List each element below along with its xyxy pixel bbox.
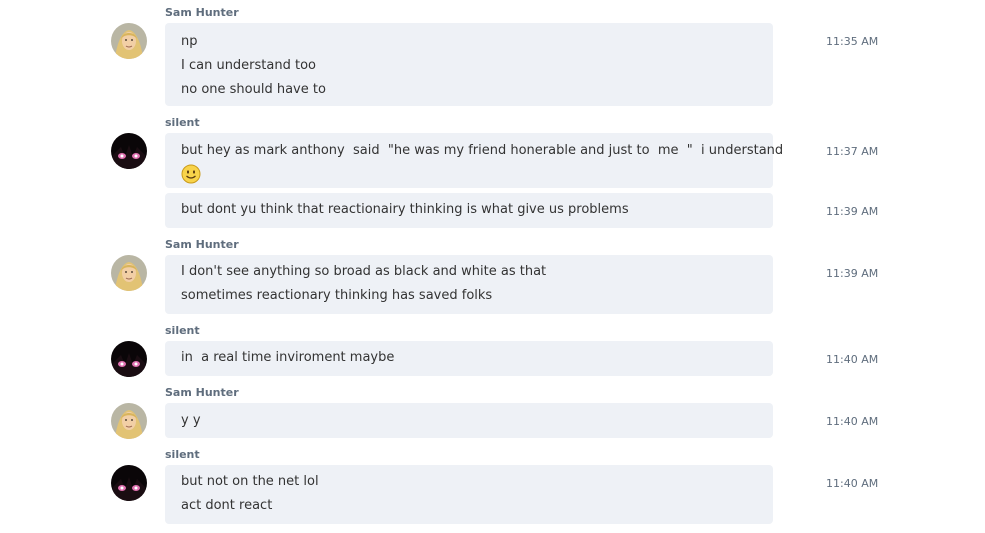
message-bubble[interactable]: np I can understand too no one should ha… [165,23,773,106]
message-timestamp: 11:39 AM [826,267,879,280]
smiley-face-icon [181,164,201,184]
blonde-person-avatar[interactable] [111,255,147,291]
sender-name[interactable]: silent [165,324,200,338]
message-bubble[interactable]: but not on the net lol act dont react [165,465,773,524]
message-text: but dont yu think that reactionairy thin… [181,202,629,217]
sender-name[interactable]: Sam Hunter [165,238,239,252]
dark-anime-eyes-avatar[interactable] [111,341,147,377]
message-timestamp: 11:39 AM [826,205,879,218]
message-bubble[interactable]: but hey as mark anthony said "he was my … [165,133,784,188]
sender-name[interactable]: Sam Hunter [165,6,239,20]
message-text: but hey as mark anthony said "he was my … [181,143,784,158]
message-text: I can understand too [181,58,316,73]
message-timestamp: 11:35 AM [826,35,879,48]
message-text: np [181,34,198,49]
blonde-person-avatar[interactable] [111,403,147,439]
message-timestamp: 11:40 AM [826,353,879,366]
sender-name[interactable]: silent [165,448,200,462]
message-text: I don't see anything so broad as black a… [181,264,547,279]
message-bubble[interactable]: y y [165,403,773,438]
dark-anime-eyes-avatar[interactable] [111,465,147,501]
message-text: sometimes reactionary thinking has saved… [181,288,493,303]
dark-anime-eyes-avatar[interactable] [111,133,147,169]
blonde-person-avatar[interactable] [111,23,147,59]
message-text: but not on the net lol [181,474,319,489]
message-bubble[interactable]: in a real time inviroment maybe [165,341,773,376]
message-timestamp: 11:37 AM [826,145,879,158]
chat-conversation: Sam Hunter np I can understand too no on… [0,0,985,533]
message-bubble[interactable]: but dont yu think that reactionairy thin… [165,193,773,228]
sender-name[interactable]: Sam Hunter [165,386,239,400]
message-text: act dont react [181,498,273,513]
message-text: y y [181,413,201,428]
message-bubble[interactable]: I don't see anything so broad as black a… [165,255,773,314]
message-text: no one should have to [181,82,326,97]
message-timestamp: 11:40 AM [826,415,879,428]
message-text: in a real time inviroment maybe [181,350,395,365]
sender-name[interactable]: silent [165,116,200,130]
message-timestamp: 11:40 AM [826,477,879,490]
